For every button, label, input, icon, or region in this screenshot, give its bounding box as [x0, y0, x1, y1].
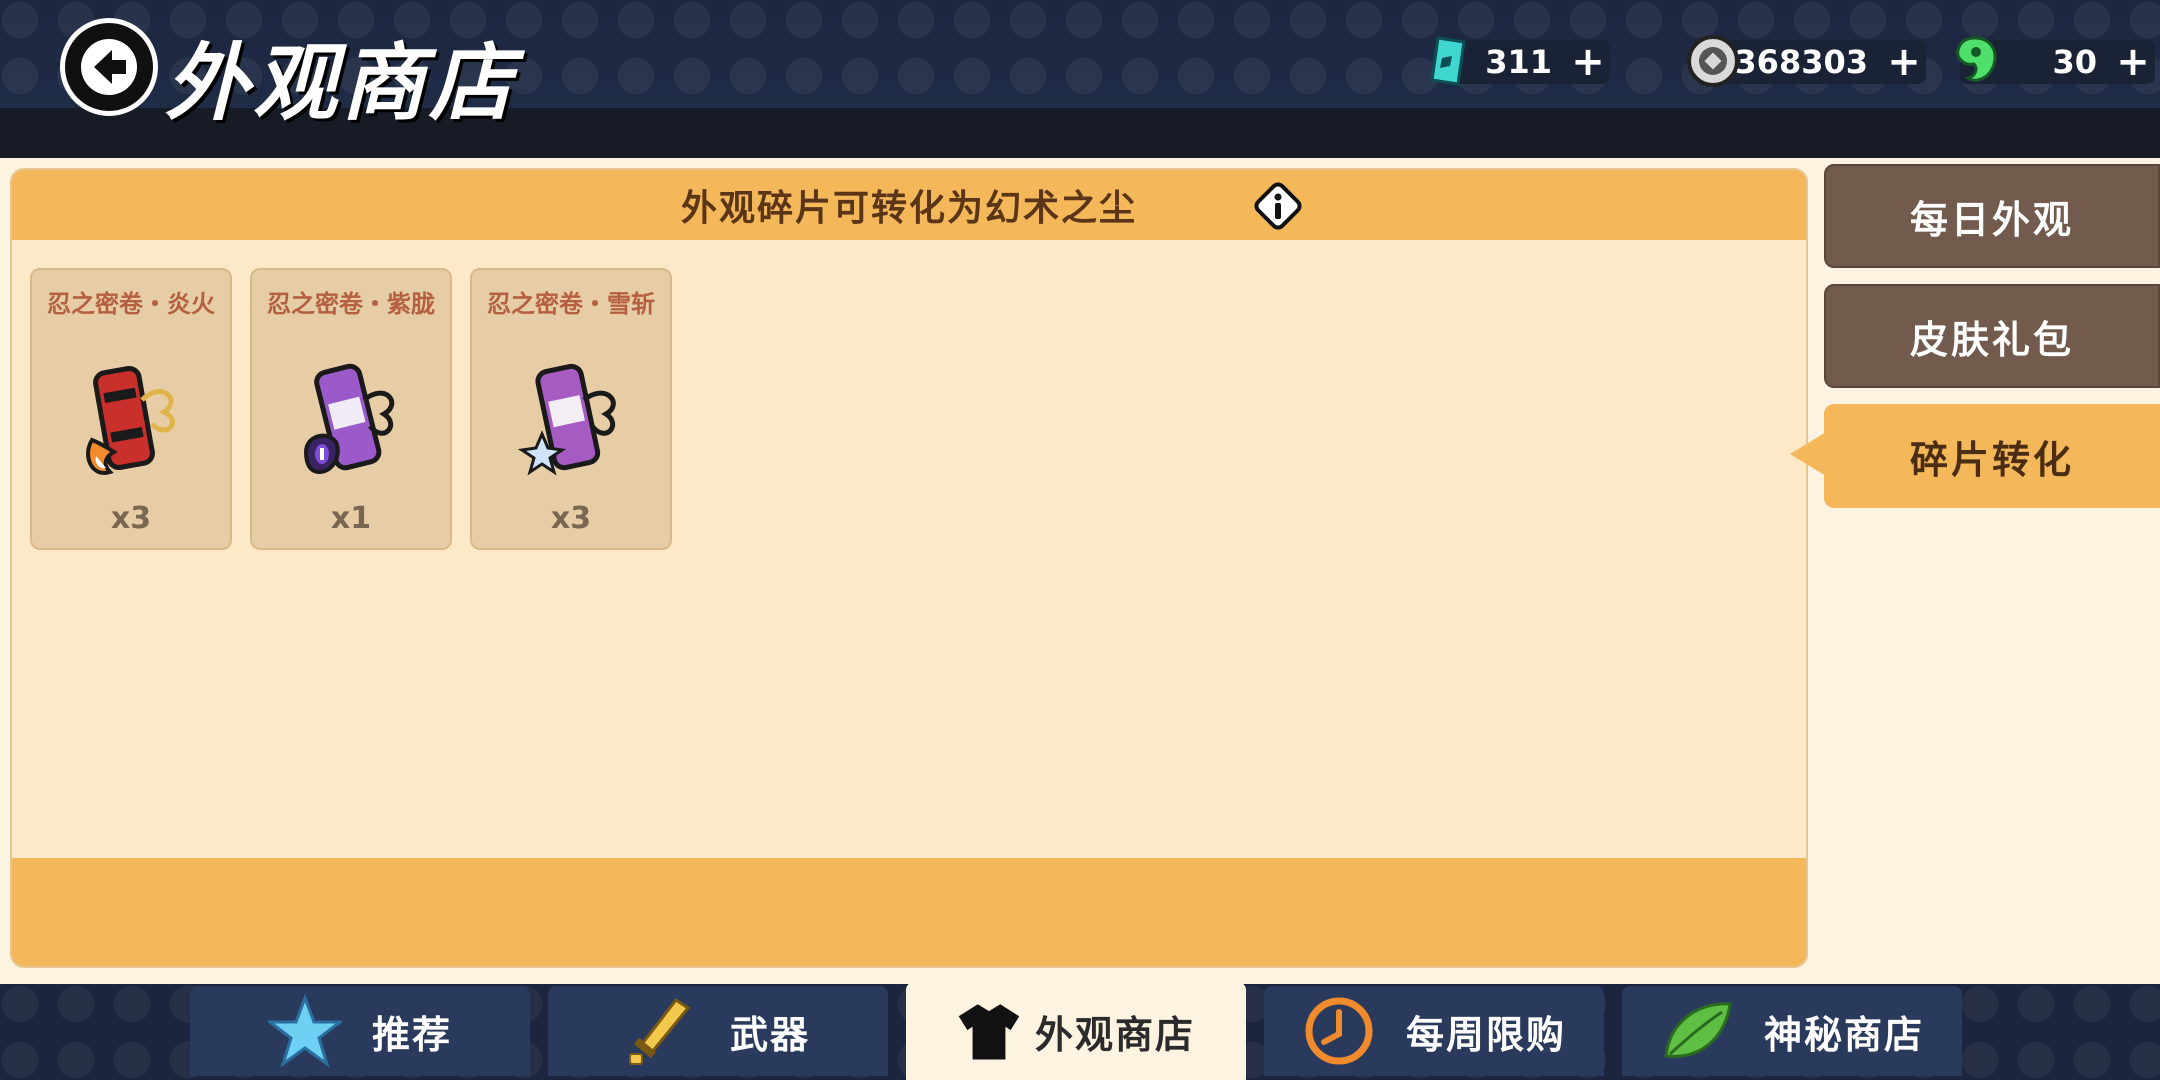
coin-add-button[interactable]: +	[1882, 39, 1926, 85]
ticket-amount: 311	[1485, 43, 1552, 81]
currency-coin: 368303 +	[1687, 35, 1926, 87]
sword-icon	[628, 997, 691, 1065]
clock-icon	[1305, 997, 1373, 1065]
tab-weekly-limit[interactable]: 每周限购	[1264, 986, 1604, 1076]
fragment-card-fire[interactable]: 忍之密卷・炎火 x3	[30, 268, 232, 550]
currency-jade: 30 +	[1956, 36, 2155, 85]
back-button[interactable]	[60, 18, 158, 116]
tab-label: 每周限购	[1405, 1012, 1566, 1057]
jade-add-button[interactable]: +	[2111, 39, 2155, 85]
fragment-name: 忍之密卷・紫胧	[267, 290, 435, 318]
coin-amount: 368303	[1734, 43, 1868, 81]
fragment-qty: x3	[550, 501, 592, 536]
page-title: 外观商店	[165, 33, 518, 132]
tab-recommend[interactable]: 推荐	[190, 986, 530, 1076]
coin-icon	[1687, 35, 1739, 87]
currency-ticket: 311 +	[1430, 36, 1610, 86]
fragment-qty: x3	[110, 501, 152, 536]
fragment-name: 忍之密卷・炎火	[47, 290, 215, 318]
fragment-card-purple[interactable]: 忍之密卷・紫胧 x1	[250, 268, 452, 550]
fragment-panel: 外观碎片可转化为幻术之尘 忍之密卷・炎火 x3 忍之密卷・紫胧 x1 忍之密卷・…	[10, 168, 1808, 968]
tab-mystery-shop[interactable]: 神秘商店	[1622, 986, 1962, 1076]
ticket-icon	[1430, 36, 1466, 86]
panel-header: 外观碎片可转化为幻术之尘	[12, 170, 1806, 240]
scroll-fire-icon	[86, 365, 175, 475]
fragment-name: 忍之密卷・雪斩	[487, 290, 655, 318]
tab-weapon[interactable]: 武器	[548, 986, 888, 1076]
jade-amount: 30	[2052, 43, 2097, 81]
panel-header-text: 外观碎片可转化为幻术之尘	[680, 188, 1137, 229]
info-icon[interactable]	[1252, 180, 1304, 232]
jade-icon	[1956, 36, 1997, 82]
tab-appearance-shop[interactable]: 外观商店	[906, 982, 1246, 1080]
arrow-left-icon	[81, 39, 137, 95]
side-tab-skin-pack[interactable]: 皮肤礼包	[1824, 284, 2160, 388]
star-icon	[267, 994, 342, 1068]
tab-label: 武器	[729, 1012, 810, 1057]
side-tab-pointer	[1790, 432, 1826, 476]
fragment-card-snow[interactable]: 忍之密卷・雪斩 x3	[470, 268, 672, 550]
side-tab-fragment[interactable]: 碎片转化	[1824, 404, 2160, 508]
side-tab-daily[interactable]: 每日外观	[1824, 164, 2160, 268]
fragment-list: 忍之密卷・炎火 x3 忍之密卷・紫胧 x1 忍之密卷・雪斩 x3	[30, 268, 672, 550]
tab-label: 推荐	[371, 1012, 452, 1057]
ticket-add-button[interactable]: +	[1566, 39, 1610, 85]
leaf-icon	[1664, 1002, 1732, 1058]
tab-label: 外观商店	[1034, 1012, 1195, 1057]
tab-label: 神秘商店	[1763, 1012, 1924, 1057]
scroll-snow-icon	[517, 363, 616, 476]
fragment-qty: x1	[330, 501, 372, 536]
panel-footer	[12, 858, 1806, 966]
scroll-purple-icon	[303, 363, 395, 475]
shirt-icon	[958, 1004, 1020, 1060]
